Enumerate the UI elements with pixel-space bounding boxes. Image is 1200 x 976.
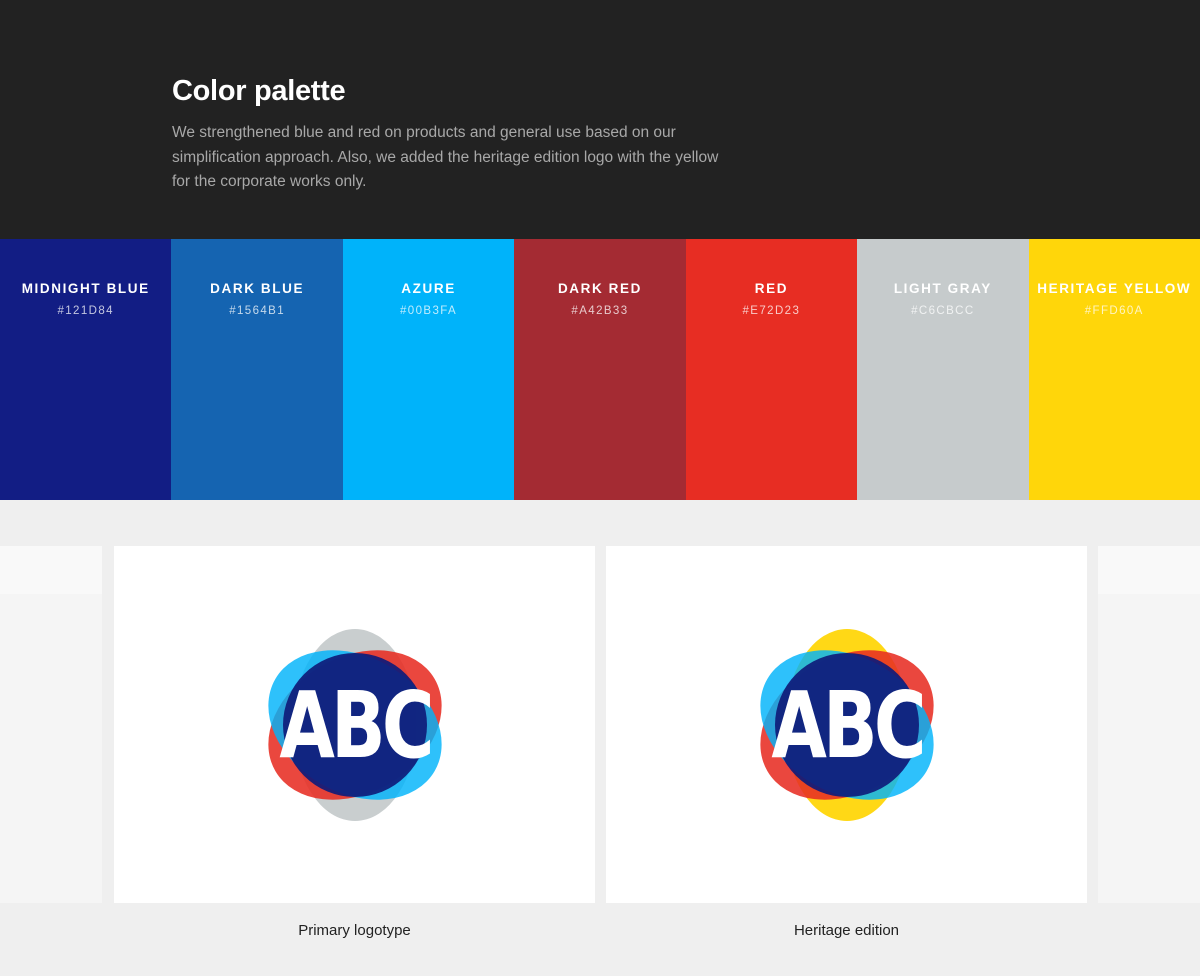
card-band [1098, 546, 1200, 594]
partial-card-right [1098, 546, 1200, 903]
color-palette: MIDNIGHT BLUE #121D84 DARK BLUE #1564B1 … [0, 239, 1200, 500]
heritage-logo-card: ABC [606, 546, 1087, 903]
swatch-azure: AZURE #00B3FA [342, 239, 515, 500]
logo-wordmark: ABC [279, 672, 430, 779]
primary-logo-card: ABC [114, 546, 595, 903]
swatch-name: HERITAGE YELLOW [1037, 281, 1192, 296]
swatch-hex: #121D84 [57, 305, 114, 317]
abc-logo-primary: ABC [268, 629, 442, 821]
swatch-hex: #A42B33 [571, 305, 629, 317]
swatch-heritage-yellow: HERITAGE YELLOW #FFD60A [1028, 239, 1200, 500]
swatch-hex: #FFD60A [1084, 305, 1144, 317]
page-description: We strengthened blue and red on products… [172, 124, 719, 190]
swatch-red: RED #E72D23 [685, 239, 858, 500]
card-band [0, 546, 102, 594]
swatch-hex: #00B3FA [399, 305, 458, 317]
abc-logo-heritage: ABC [760, 629, 934, 821]
swatch-name: AZURE [401, 281, 456, 296]
swatch-dark-red: DARK RED #A42B33 [514, 239, 686, 500]
swatch-midnight-blue: MIDNIGHT BLUE #121D84 [0, 239, 172, 500]
swatch-dark-blue: DARK BLUE #1564B1 [171, 239, 343, 500]
page-title: Color palette [172, 75, 346, 107]
logo-showcase: ABC ABC Primary logotype Heritage editio… [0, 500, 1200, 976]
swatch-name: DARK BLUE [210, 281, 305, 296]
swatch-name: MIDNIGHT BLUE [21, 281, 150, 296]
swatch-name: DARK RED [557, 281, 642, 296]
partial-card-left [0, 546, 102, 903]
swatch-name: RED [754, 281, 789, 296]
header-section: Color palette We strengthened blue and r… [0, 0, 1200, 239]
swatch-hex: #E72D23 [742, 305, 801, 317]
logo-wordmark: ABC [771, 672, 922, 779]
heritage-logo-caption: Heritage edition [793, 922, 900, 939]
swatch-hex: #1564B1 [229, 305, 286, 317]
primary-logo-caption: Primary logotype [298, 922, 411, 939]
swatch-hex: #C6CBCC [911, 305, 975, 317]
swatch-name: LIGHT GRAY [893, 281, 992, 296]
swatch-light-gray: LIGHT GRAY #C6CBCC [857, 239, 1029, 500]
